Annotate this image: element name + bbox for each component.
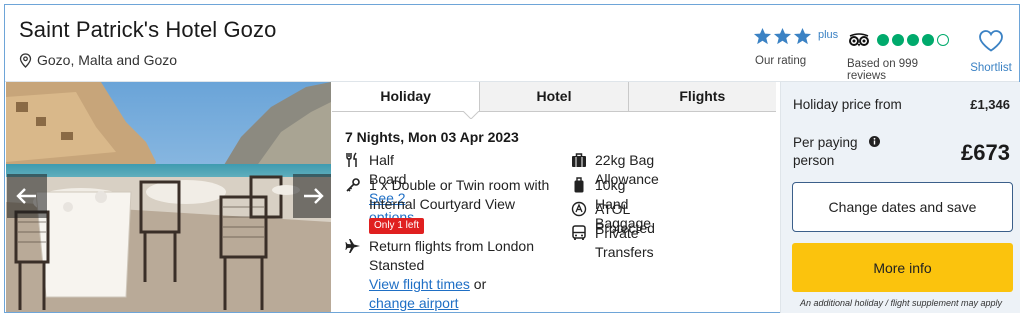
- shortlist-label: Shortlist: [970, 62, 1012, 74]
- rating-plus: plus: [818, 28, 839, 41]
- heart-icon: [979, 30, 1003, 52]
- rating-dot-filled: [877, 34, 889, 46]
- atol-shield-icon: [571, 201, 587, 217]
- bus-icon: [572, 225, 586, 240]
- tripadvisor-owl-icon: [849, 33, 869, 47]
- rating-stars: plus: [753, 27, 843, 46]
- availability-badge: Only 1 left: [369, 218, 425, 234]
- change-dates-button[interactable]: Change dates and save: [792, 182, 1013, 232]
- hand-luggage-icon: [574, 177, 584, 193]
- tab-holiday[interactable]: Holiday: [332, 82, 480, 111]
- map-pin-icon: [19, 52, 32, 68]
- rating-dot-filled: [892, 34, 904, 46]
- photo-prev-button[interactable]: [7, 174, 47, 218]
- rating-dot-filled: [922, 34, 934, 46]
- rating-label: Our rating: [755, 55, 807, 67]
- photo-next-button[interactable]: [293, 174, 331, 218]
- tab-flights[interactable]: Flights: [627, 82, 776, 111]
- price-panel: Holiday price from £1,346 Per paying per…: [780, 82, 1020, 313]
- active-tab-notch: [463, 111, 479, 119]
- key-icon: [346, 178, 360, 192]
- shortlist-button[interactable]: Shortlist: [966, 29, 1016, 74]
- room-line-1: 1 x Double or Twin room with: [369, 177, 550, 193]
- star-icon: [793, 27, 812, 45]
- cutlery-icon: [346, 152, 357, 167]
- info-icon[interactable]: [869, 136, 880, 147]
- hotel-card: Saint Patrick's Hotel Gozo Gozo, Malta a…: [4, 4, 1020, 313]
- flights-line-2: Stansted: [369, 257, 425, 273]
- suitcase-icon: [572, 153, 586, 167]
- holiday-price-value: £1,346: [970, 97, 1010, 112]
- view-flight-times-link[interactable]: View flight times: [369, 276, 470, 292]
- arrow-right-icon: [304, 188, 324, 204]
- star-icon: [753, 27, 772, 45]
- rating-dot-filled: [907, 34, 919, 46]
- supplement-note: An additional holiday / flight supplemen…: [799, 298, 1003, 308]
- tab-hotel[interactable]: Hotel: [479, 82, 627, 111]
- room-line-2: Internal Courtyard View: [369, 196, 516, 212]
- tripadvisor-rating[interactable]: Based on 999 reviews: [847, 33, 959, 82]
- tripadvisor-reviews-label: Based on 999 reviews: [847, 58, 918, 82]
- per-person-price: £673: [961, 140, 1010, 165]
- private-transfers: Private Transfers: [595, 225, 654, 260]
- change-airport-link[interactable]: change airport: [369, 295, 459, 311]
- rating-dot-empty: [937, 34, 949, 46]
- hotel-title[interactable]: Saint Patrick's Hotel Gozo: [19, 17, 276, 43]
- per-person-label: Per paying person: [793, 135, 858, 168]
- hotel-photo[interactable]: [6, 82, 331, 312]
- flights-line-1: Return flights from London: [369, 238, 534, 254]
- hotel-location: Gozo, Malta and Gozo: [19, 52, 177, 68]
- our-rating: plus Our rating: [753, 27, 843, 67]
- stay-summary: 7 Nights, Mon 03 Apr 2023: [345, 129, 519, 145]
- location-text: Gozo, Malta and Gozo: [37, 52, 178, 68]
- arrow-left-icon: [16, 188, 36, 204]
- star-icon: [773, 27, 792, 45]
- holiday-price-label: Holiday price from: [793, 97, 902, 112]
- hotel-photo-image: [6, 82, 331, 312]
- more-info-button[interactable]: More info: [792, 243, 1013, 292]
- plane-icon: [345, 239, 360, 253]
- detail-tabs: Holiday Hotel Flights: [332, 82, 776, 119]
- or-text: or: [473, 276, 487, 292]
